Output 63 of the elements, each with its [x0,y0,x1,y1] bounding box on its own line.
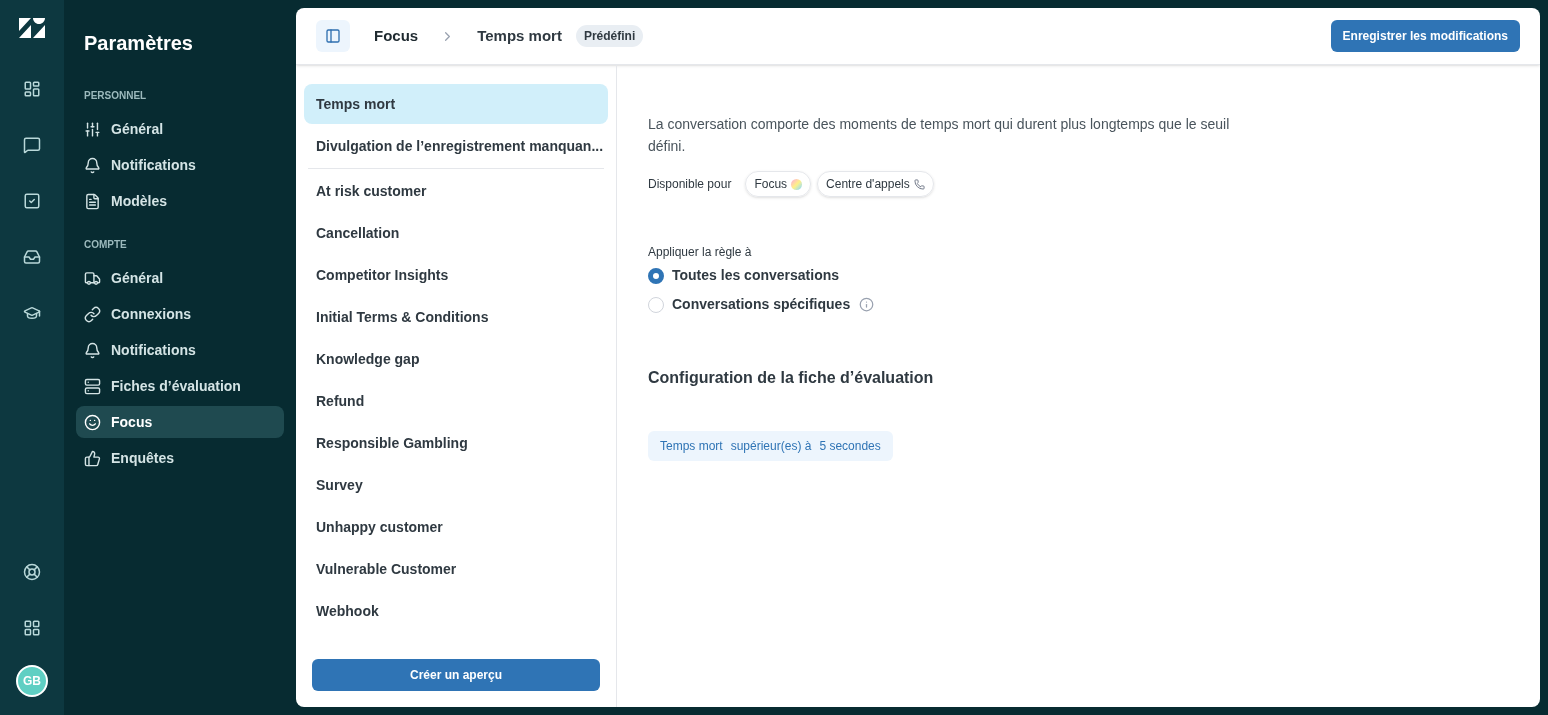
lifebuoy-icon[interactable] [23,563,41,581]
zendesk-logo-icon [19,18,45,38]
link-icon [84,305,101,323]
rule-list-item[interactable]: Webhook [304,591,608,631]
sidebar-item[interactable]: Notifications [76,334,284,366]
thumbs-up-icon [84,449,101,467]
radio-button[interactable] [648,267,664,284]
rule-list-item[interactable]: Cancellation [304,213,608,253]
sidebar-item[interactable]: Focus [76,406,284,438]
rule-list-item[interactable]: Responsible Gambling [304,423,608,463]
rule-list-item[interactable]: Vulnerable Customer [304,549,608,589]
panel-icon [325,28,341,44]
rule-list-item[interactable]: Divulgation de l’enregistrement manquan... [304,126,608,166]
rule-list-item[interactable]: Survey [304,465,608,505]
truck-icon [84,269,101,287]
sidebar-title: Paramètres [83,31,194,56]
sliders-icon [84,120,101,138]
graduation-cap-icon[interactable] [23,304,41,322]
radio-option[interactable]: Conversations spécifiques [648,290,875,319]
sidebar-item[interactable]: Général [76,113,284,145]
sidebar-item[interactable]: Modèles [76,185,284,217]
section-heading: COMPTE [83,238,128,252]
condition-value: 5 secondes [819,438,881,455]
rule-list-item[interactable]: Unhappy customer [304,507,608,547]
dashboard-icon[interactable] [23,80,41,98]
section-title: Configuration de la fiche d’évaluation [648,368,935,388]
breadcrumb-link[interactable]: Focus [374,24,419,48]
condition-metric: Temps mort [660,438,723,455]
breadcrumb-current: Temps mort [477,25,562,46]
smiley-icon [84,413,101,431]
apps-grid-icon[interactable] [23,619,41,637]
checkbox-icon[interactable] [23,192,41,210]
create-preview-button[interactable]: Créer un aperçu [312,659,600,691]
sidebar-item[interactable]: Notifications [76,149,284,181]
inbox-icon[interactable] [23,248,41,266]
bell-icon [84,156,101,174]
rule-list-item[interactable]: At risk customer [304,171,608,211]
condition-operator: supérieur(es) à [730,438,812,455]
rule-list-item[interactable]: Competitor Insights [304,255,608,295]
sidebar-item[interactable]: Enquêtes [76,442,284,474]
rule-list-item[interactable]: Initial Terms & Conditions [304,297,608,337]
sidebar-item[interactable]: Fiches d’évaluation [76,370,284,402]
sidebar-toggle-button[interactable] [316,20,350,52]
rule-list-item[interactable]: Knowledge gap [304,339,608,379]
sidebar-item[interactable]: Connexions [76,298,284,330]
radio-label[interactable]: Toutes les conversations [672,265,839,286]
section-heading: PERSONNEL [83,89,148,103]
sidebar-item[interactable]: Général [76,262,284,294]
radio-label[interactable]: Conversations spécifiques [672,294,851,315]
phone-icon [913,178,925,190]
status-badge: Prédéfini [575,25,644,47]
rule-list-item[interactable]: Temps mort [304,84,608,124]
apply-label: Appliquer la règle à [648,244,753,261]
chat-icon[interactable] [23,136,41,154]
rule-description: La conversation comporte des moments de temps mort qui durent plus longtemps que le seuil défini. [648,115,1231,156]
document-icon [84,192,101,210]
bell-icon [84,341,101,359]
stacked-rows-icon [84,377,101,395]
save-button[interactable]: Enregistrer les modifications [1330,20,1520,52]
info-icon[interactable] [859,297,875,312]
radio-option[interactable]: Toutes les conversations [648,261,839,290]
available-label: Disponible pour [648,176,732,193]
rule-list-item[interactable]: Refund [304,381,608,421]
